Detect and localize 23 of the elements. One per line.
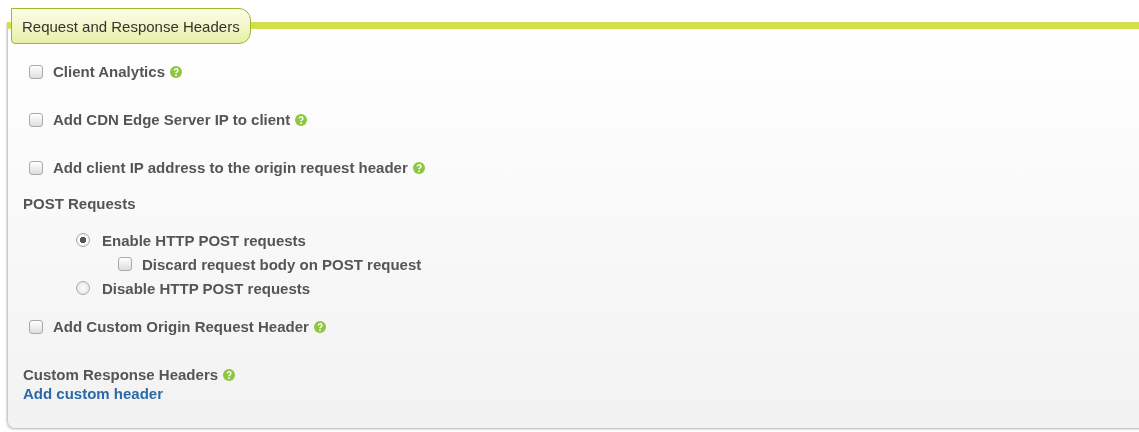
help-icon[interactable] [223,368,236,381]
option-label: Add Custom Origin Request Header [53,318,309,335]
option-label: Client Analytics [53,63,165,80]
option-label: Add client IP address to the origin request header [53,159,408,176]
option-label: Enable HTTP POST requests [102,231,306,249]
option-label: Discard request body on POST request [142,255,422,273]
group-label: POST Requests [23,195,136,212]
help-icon[interactable] [313,320,326,333]
field-label: Custom Response Headers [23,366,219,383]
radio-button[interactable] [76,281,90,295]
checkbox[interactable] [29,319,43,334]
checkbox[interactable] [118,257,132,271]
help-icon[interactable] [295,113,308,126]
checkbox[interactable] [29,112,43,127]
help-icon[interactable] [412,161,425,174]
radio-button[interactable] [76,233,90,247]
help-icon[interactable] [170,65,182,78]
option-label: Add CDN Edge Server IP to client [53,111,291,128]
option-label: Disable HTTP POST requests [102,279,311,297]
checkbox[interactable] [29,160,43,175]
add-header-link[interactable]: Add custom header [23,385,1139,402]
section-title: Request and Response Headers [22,18,240,35]
checkbox[interactable] [29,64,43,79]
